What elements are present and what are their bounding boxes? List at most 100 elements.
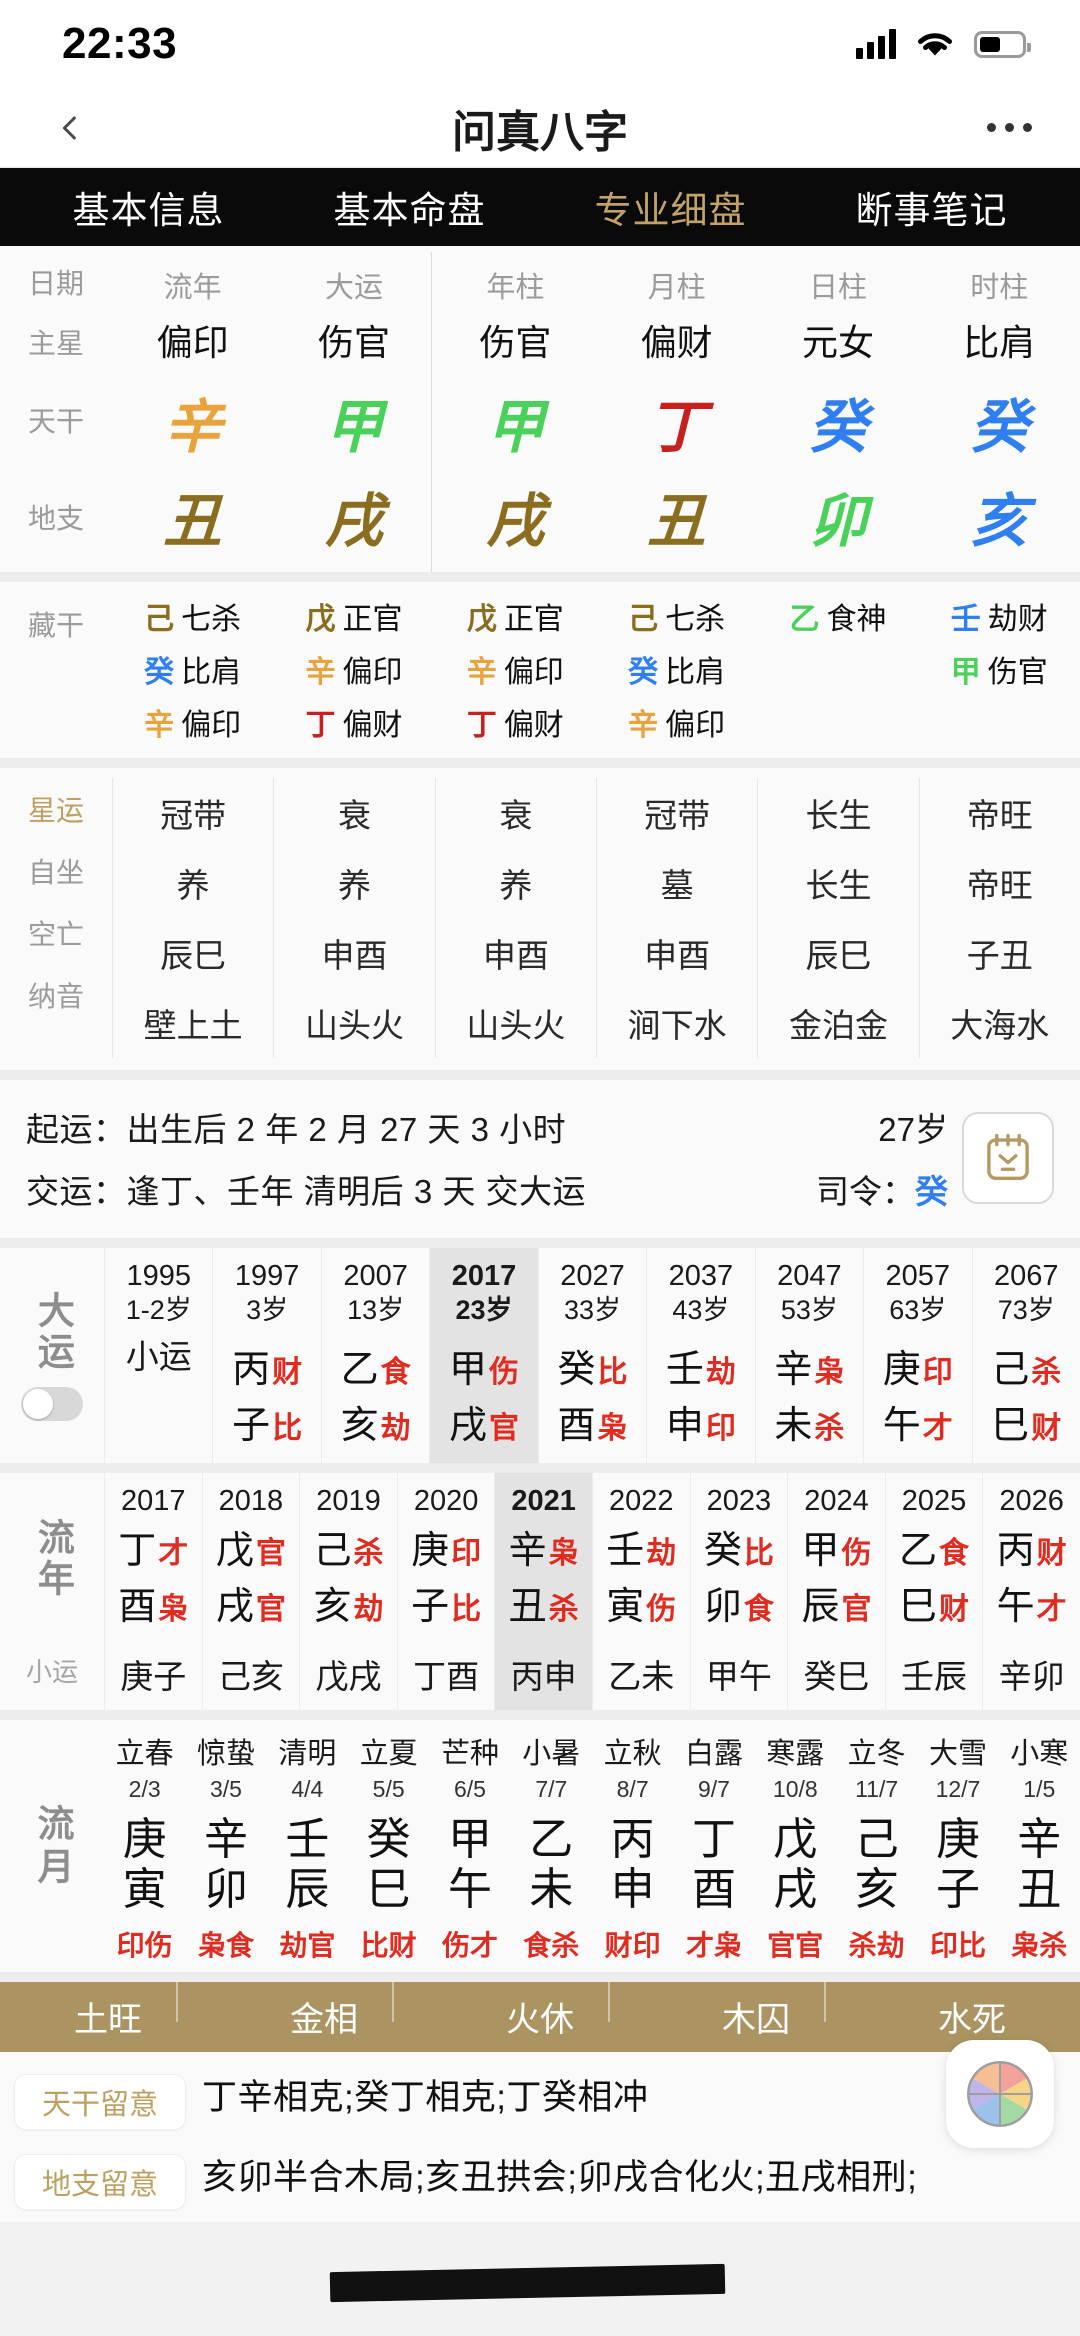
liunian-stem: 己 — [313, 1530, 352, 1573]
dayun-col-1[interactable]: 1997 3岁 丙财 子比 — [212, 1248, 320, 1463]
dayun-branch-rel: 杀 — [814, 1412, 845, 1445]
liuyue-stem: 甲 — [447, 1815, 492, 1865]
liuyue-col-2[interactable]: 清明 4/4 壬 辰 劫官 — [267, 1730, 348, 1964]
tab-professional-chart[interactable]: 专业细盘 — [595, 180, 747, 234]
dayun-stem-rel: 财 — [272, 1356, 303, 1389]
hidden-item: 辛偏印 — [628, 709, 726, 742]
liunian-stem: 丁 — [118, 1530, 157, 1573]
dayun-branch: 戌 — [449, 1405, 488, 1447]
dayun-branch-rel: 劫 — [380, 1412, 411, 1445]
dayun-stem-rel: 劫 — [705, 1356, 736, 1389]
liuyue-col-3[interactable]: 立夏 5/5 癸 巳 比财 — [348, 1730, 429, 1964]
liunian-branch-rel: 劫 — [353, 1593, 384, 1627]
liuyue-col-4[interactable]: 芒种 6/5 甲 午 伤才 — [429, 1730, 510, 1964]
liunian-col-2[interactable]: 2019 己杀 亥劫 — [299, 1473, 397, 1645]
liunian-col-9[interactable]: 2026 丙财 午才 — [982, 1473, 1080, 1645]
col-head-year: 年柱 — [486, 272, 545, 304]
liuyue-col-1[interactable]: 惊蛰 3/5 辛 卯 枭食 — [185, 1730, 266, 1964]
tab-basic-chart[interactable]: 基本命盘 — [334, 180, 486, 234]
dayun-col-3[interactable]: 2017 23岁 甲伤 戌官 — [429, 1248, 538, 1463]
liuyue-col-11[interactable]: 小寒 1/5 辛 丑 枭杀 — [999, 1730, 1080, 1964]
dayun-col-5[interactable]: 2037 43岁 壬劫 申印 — [646, 1248, 754, 1463]
kongwang-2: 申酉 — [482, 937, 549, 974]
row-label-xingyun: 星运 — [27, 795, 84, 826]
liuyue-col-7[interactable]: 白露 9/7 丁 酉 才枭 — [673, 1730, 754, 1964]
section-divider-1 — [0, 572, 1080, 582]
dayun-col-2[interactable]: 2007 13岁 乙食 亥劫 — [320, 1248, 429, 1463]
liuyue-date: 8/7 — [616, 1776, 649, 1803]
liunian-branch: 戌 — [215, 1586, 254, 1629]
wuxing-strength-bar: 土旺 金相 火休 木囚 水死 — [0, 1981, 1080, 2052]
liunian-branch: 亥 — [313, 1586, 352, 1629]
kongwang-3: 申酉 — [644, 937, 711, 974]
hidden-item: 戊正官 — [305, 603, 403, 636]
liuyue-label: 流月 — [0, 1730, 104, 1964]
liunian-branch: 寅 — [606, 1586, 645, 1629]
attributes-table: 星运 自坐 空亡 纳音 冠带 养 辰巳 壁上土 衰 养 申酉 山头火 衰 养 申… — [0, 768, 1080, 1070]
zizuo-0: 养 — [176, 867, 210, 904]
dayun-branch-rel: 才 — [922, 1412, 953, 1445]
note-chip-dizhi: 地支留意 — [14, 2153, 186, 2210]
liuyue-col-10[interactable]: 大雪 12/7 庚 子 印比 — [917, 1730, 998, 1964]
today-button[interactable] — [962, 1112, 1054, 1204]
liunian-col-1[interactable]: 2018 戊官 戌官 — [201, 1473, 300, 1645]
liunian-stem-rel: 官 — [255, 1537, 286, 1571]
dayun-age: 43岁 — [672, 1295, 730, 1326]
dayun-title: 大运 — [32, 1290, 74, 1373]
attr-col-1: 衰 养 申酉 山头火 — [273, 778, 434, 1058]
dayun-col-8[interactable]: 2067 73岁 己杀 巳财 — [971, 1248, 1080, 1463]
qiyun-line: 起运：出生后 2 年 2 月 27 天 3 小时 — [26, 1096, 732, 1158]
liunian-col-5[interactable]: 2022 壬劫 寅伤 — [591, 1473, 690, 1645]
wuxing-1: 金相 — [256, 1982, 394, 2041]
app-root: 22:33 问真八字 基本信息 基本命盘 专业细盘 断事笔记 日期 流年 大运 … — [0, 0, 1080, 2336]
dayun-toggle-switch[interactable] — [21, 1386, 83, 1421]
dayun-age: 13岁 — [347, 1295, 405, 1326]
liuyue-branch: 丑 — [1017, 1864, 1062, 1914]
jiaoyun-value: 逢丁、壬年 清明后 3 天 交大运 — [126, 1173, 587, 1210]
dayun-age: 33岁 — [563, 1295, 621, 1326]
xiaoyun-0: 庚子 — [104, 1644, 202, 1711]
branch-0: 丑 — [163, 489, 222, 554]
dayun-col-6[interactable]: 2047 53岁 辛枭 未杀 — [754, 1248, 863, 1463]
hidden-item: 甲伤官 — [950, 656, 1048, 689]
row-label-date: 日期 — [27, 268, 84, 299]
liuyue-col-6[interactable]: 立秋 8/7 丙 申 财印 — [592, 1730, 673, 1964]
nav-bar: 问真八字 — [0, 88, 1080, 168]
liuyue-col-5[interactable]: 小暑 7/7 乙 未 食杀 — [511, 1730, 592, 1964]
liunian-col-4[interactable]: 2021 辛枭 丑杀 — [494, 1473, 592, 1645]
liuyue-date: 6/5 — [453, 1776, 486, 1803]
earthly-branch-row: 地支 丑 戌 戌 丑 卯 亥 — [0, 466, 1080, 568]
liunian-title: 流年 — [32, 1517, 74, 1600]
zizuo-1: 养 — [337, 867, 371, 904]
back-button[interactable] — [48, 106, 92, 150]
dayun-ganzhi: 丙财 子比 — [232, 1338, 302, 1449]
liuyue-col-8[interactable]: 寒露 10/8 戊 戌 官官 — [755, 1730, 836, 1964]
liuyue-branch: 戌 — [773, 1864, 818, 1914]
liunian-ganzhi: 壬劫 寅伤 — [606, 1519, 676, 1630]
more-menu-button[interactable] — [987, 123, 1032, 132]
row-label-zizuo: 自坐 — [27, 857, 84, 888]
note-text-tiangan: 丁辛相克;癸丁相克;丁癸相冲 — [202, 2077, 649, 2117]
tab-basic-info[interactable]: 基本信息 — [73, 180, 225, 234]
liunian-branch: 子 — [411, 1586, 450, 1629]
liunian-col-0[interactable]: 2017 丁才 酉枭 — [104, 1473, 202, 1645]
liunian-col-8[interactable]: 2025 乙食 巳财 — [884, 1473, 983, 1645]
liuyue-col-0[interactable]: 立春 2/3 庚 寅 印伤 — [104, 1730, 185, 1964]
dayun-col-0[interactable]: 1995 1-2岁 小运 — [104, 1248, 212, 1463]
dayun-columns: 1995 1-2岁 小运 1997 3岁 丙财 子比 2007 13岁 乙食 亥… — [104, 1248, 1080, 1463]
liunian-col-3[interactable]: 2020 庚印 子比 — [396, 1473, 495, 1645]
dayun-col-7[interactable]: 2057 63岁 庚印 午才 — [863, 1248, 971, 1463]
zizuo-4: 长生 — [805, 867, 872, 904]
compass-floating-button[interactable] — [946, 2040, 1054, 2148]
liunian-ganzhi: 戊官 戌官 — [216, 1519, 286, 1630]
liunian-stem-rel: 伤 — [841, 1537, 872, 1571]
section-divider-7 — [0, 1971, 1080, 1982]
dayun-col-4[interactable]: 2027 33岁 癸比 酉枭 — [537, 1248, 646, 1463]
liunian-col-7[interactable]: 2024 甲伤 辰官 — [787, 1473, 885, 1645]
tab-notes[interactable]: 断事笔记 — [856, 180, 1008, 234]
liuyue-col-9[interactable]: 立冬 11/7 己 亥 杀劫 — [836, 1730, 917, 1964]
col-head-hour: 时柱 — [970, 272, 1029, 304]
row-label-heaven-stem: 天干 — [27, 406, 84, 437]
dayun-ganzhi: 辛枭 未杀 — [774, 1338, 844, 1449]
liunian-col-6[interactable]: 2023 癸比 卯食 — [689, 1473, 788, 1645]
